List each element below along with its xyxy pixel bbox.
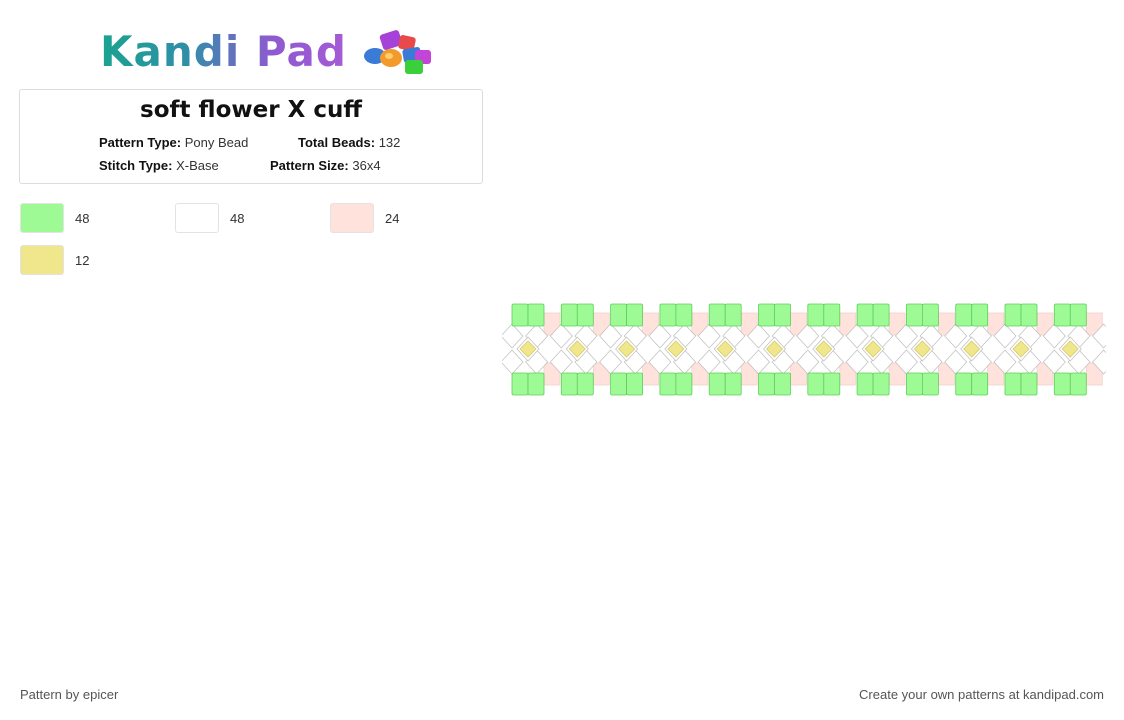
green-bead (659, 303, 677, 327)
green-bead (675, 372, 693, 396)
green-bead (626, 303, 643, 327)
green-bead (872, 372, 890, 396)
green-bead (675, 303, 693, 327)
color-swatch-white (175, 203, 219, 233)
green-bead (971, 372, 989, 396)
green-bead (774, 372, 791, 396)
green-bead (560, 372, 578, 396)
green-bead (511, 303, 529, 327)
green-bead (1020, 372, 1038, 396)
bead-pile-icon (363, 30, 431, 74)
pattern-type-label: Pattern Type: (99, 135, 182, 150)
color-swatch-yellow (20, 245, 64, 275)
green-bead (807, 303, 825, 327)
green-bead (823, 303, 841, 327)
green-bead (724, 303, 742, 327)
green-bead (527, 372, 545, 396)
green-bead (708, 372, 726, 396)
green-bead (527, 303, 545, 327)
logo-wordmark: Kandi Pad (100, 26, 347, 76)
green-bead (659, 372, 677, 396)
pattern-size-value: 36x4 (352, 158, 381, 173)
green-bead (560, 303, 578, 327)
pattern-title: soft flower X cuff (140, 97, 362, 123)
green-bead (511, 372, 529, 396)
green-bead (1004, 303, 1022, 327)
green-bead (955, 303, 973, 327)
green-bead (1004, 372, 1022, 396)
green-bead (610, 372, 627, 396)
green-bead (921, 303, 939, 327)
green-bead (576, 303, 594, 327)
stitch-type-label: Stitch Type: (99, 158, 173, 173)
green-bead (921, 372, 939, 396)
green-bead (724, 372, 742, 396)
green-bead (708, 303, 726, 327)
green-bead (823, 372, 841, 396)
color-count: 48 (230, 210, 245, 226)
green-bead (626, 372, 643, 396)
stitch-type-value: X-Base (176, 158, 219, 173)
stitch-type: Stitch Type: X-Base (99, 158, 219, 173)
green-bead (905, 372, 923, 396)
green-bead (758, 372, 775, 396)
total-beads: Total Beads: 132 (298, 135, 400, 150)
pattern-size: Pattern Size: 36x4 (270, 158, 381, 173)
color-count: 48 (75, 210, 90, 226)
bead-pattern-preview (502, 303, 1106, 396)
white-bead (502, 323, 524, 349)
green-bead (1053, 303, 1071, 327)
pattern-type-value: Pony Bead (184, 135, 249, 150)
white-bead (502, 349, 524, 375)
green-bead (610, 303, 627, 327)
green-bead (758, 303, 775, 327)
palette-item-pink: 24 (330, 203, 399, 233)
pattern-info-card: soft flower X cuff Pattern Type: Pony Be… (19, 89, 483, 184)
color-count: 24 (385, 210, 400, 226)
total-beads-label: Total Beads: (298, 135, 376, 150)
palette-item-white: 48 (175, 203, 244, 233)
green-bead (905, 303, 923, 327)
green-bead (774, 303, 791, 327)
green-bead (1069, 372, 1087, 396)
pattern-type: Pattern Type: Pony Bead (99, 135, 248, 150)
green-bead (1069, 303, 1087, 327)
green-bead (1053, 372, 1071, 396)
green-bead (807, 372, 825, 396)
color-count: 12 (75, 252, 90, 268)
green-bead (971, 303, 989, 327)
pattern-credit: Pattern by epicer (20, 687, 119, 702)
green-bead (872, 303, 890, 327)
green-bead (856, 303, 874, 327)
palette-item-green: 48 (20, 203, 89, 233)
total-beads-value: 132 (378, 135, 401, 150)
green-bead (955, 372, 973, 396)
color-swatch-pink (330, 203, 374, 233)
color-swatch-green (20, 203, 64, 233)
kandi-pad-logo[interactable]: Kandi Pad (100, 26, 435, 76)
green-bead (576, 372, 594, 396)
green-bead (856, 372, 874, 396)
kandipad-link[interactable]: Create your own patterns at kandipad.com (859, 687, 1104, 702)
pattern-size-label: Pattern Size: (270, 158, 349, 173)
green-bead (1020, 303, 1038, 327)
palette-item-yellow: 12 (20, 245, 89, 275)
